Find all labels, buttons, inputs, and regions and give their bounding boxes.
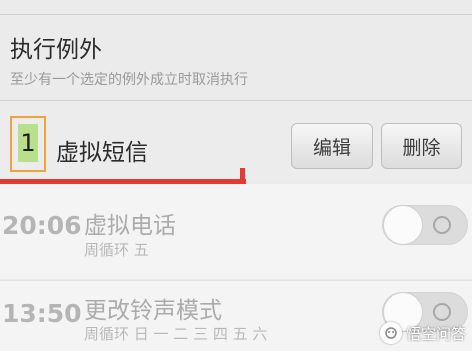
alarm-toggle-switch[interactable] (382, 205, 468, 245)
exception-name: 虚拟短信 (56, 140, 148, 166)
edit-button[interactable]: 编辑 (291, 123, 373, 169)
section-title: 执行例外 (10, 37, 102, 63)
alarm-repeat: 周循环 日 一 二 三 四 五 六 (84, 325, 268, 343)
section-subtitle: 至少有一个选定的例外成立时取消执行 (10, 72, 248, 88)
delete-button[interactable]: 删除 (381, 123, 462, 169)
alarm-repeat: 周循环 五 (84, 241, 149, 259)
watermark-logo-icon (379, 322, 402, 344)
exception-number-annotation: 1 (10, 116, 46, 172)
exception-number: 1 (20, 129, 36, 157)
toggle-off-icon (433, 216, 451, 234)
list-spacer (0, 184, 472, 194)
alarm-name: 更改铃声模式 (84, 298, 222, 324)
toggle-knob (383, 205, 423, 245)
watermark-text: 悟空问答 (405, 324, 466, 343)
alarm-time: 13:50 (2, 299, 82, 328)
annotation-underline-tick (240, 168, 245, 182)
toggle-off-icon (433, 303, 451, 321)
watermark: 悟空问答 (379, 322, 466, 344)
alarm-row[interactable]: 20:06 虚拟电话 周循环 五 (0, 194, 472, 279)
alarm-name: 虚拟电话 (84, 213, 176, 239)
alarm-time: 20:06 (2, 211, 82, 240)
